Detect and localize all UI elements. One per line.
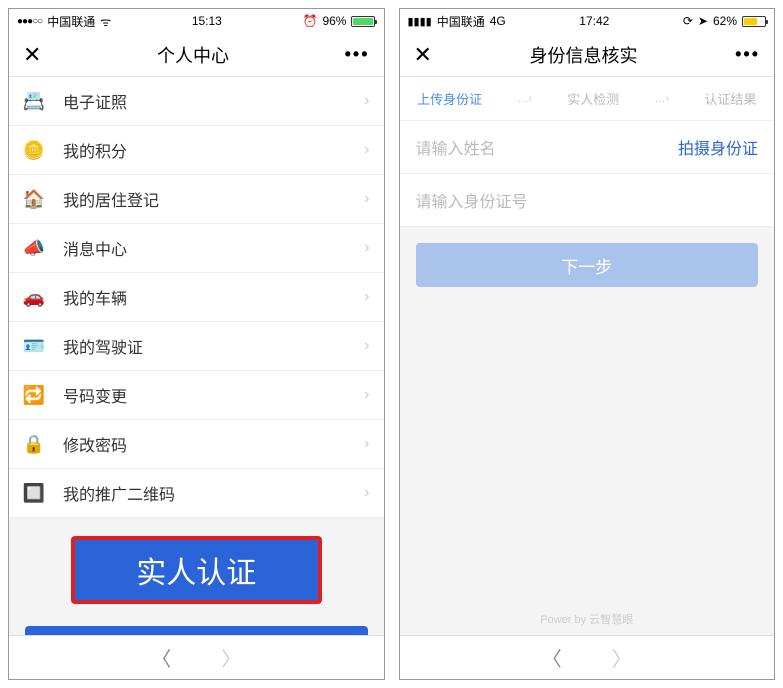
chevron-right-icon: › — [364, 288, 369, 306]
menu-icon: 🪪 — [23, 335, 45, 357]
menu-icon: 🏠 — [23, 188, 45, 210]
chevron-right-icon: › — [364, 337, 369, 355]
clock-label: 17:42 — [579, 14, 609, 28]
page-title: 身份信息核实 — [530, 42, 638, 68]
network-label: 4G — [490, 14, 506, 28]
phone-right: ▮▮▮▮ 中国联通 4G 17:42 ⟳ ➤ 62% ✕ 身份信息核实 ••• … — [399, 8, 776, 680]
alarm-icon: ⏰ — [303, 14, 318, 28]
shoot-id-action[interactable]: 拍摄身份证 — [678, 135, 758, 159]
back-arrow-icon[interactable]: 〈 — [542, 643, 562, 672]
menu-label: 消息中心 — [63, 236, 364, 260]
step-arrow-icon: …› — [517, 93, 532, 105]
next-button[interactable]: 下一步 — [416, 243, 759, 287]
menu-label: 电子证照 — [63, 89, 364, 113]
carrier-label: 中国联通 — [47, 13, 95, 30]
name-input-row[interactable]: 请输入姓名 拍摄身份证 — [400, 121, 775, 174]
status-bar: ▮▮▮▮ 中国联通 4G 17:42 ⟳ ➤ 62% — [400, 9, 775, 33]
menu-icon: 🔒 — [23, 433, 45, 455]
id-input-row[interactable]: 请输入身份证号 — [400, 174, 775, 227]
menu-label: 我的车辆 — [63, 285, 364, 309]
menu-icon: 📣 — [23, 237, 45, 259]
more-icon[interactable]: ••• — [345, 44, 370, 65]
powered-by-label: Power by 云智慧眼 — [400, 611, 775, 635]
step-row: 上传身份证 …› 实人检测 …› 认证结果 — [400, 77, 775, 121]
menu-label: 我的居住登记 — [63, 187, 364, 211]
step-result: 认证结果 — [704, 89, 756, 108]
chevron-right-icon: › — [364, 386, 369, 404]
menu-item[interactable]: 🪙 我的积分› — [9, 126, 384, 175]
forward-arrow-icon[interactable]: 〉 — [612, 643, 632, 672]
content-area: 📇电子证照›🪙我的积分›🏠我的居住登记›📣消息中心›🚗我的车辆›🪪我的驾驶证›🔁… — [9, 77, 384, 635]
chevron-right-icon: › — [364, 484, 369, 502]
step-arrow-icon: …› — [654, 93, 669, 105]
menu-item[interactable]: 🔲 我的推广二维码› — [9, 469, 384, 518]
menu-label: 我的推广二维码 — [63, 481, 364, 505]
auth-button-highlight: 实人认证 — [71, 536, 322, 604]
nav-bar: ✕ 身份信息核实 ••• — [400, 33, 775, 77]
chevron-right-icon: › — [364, 92, 369, 110]
chevron-right-icon: › — [364, 435, 369, 453]
signal-icon: ●●●○○ — [17, 16, 42, 27]
clock-label: 15:13 — [192, 14, 222, 28]
battery-icon — [742, 16, 766, 27]
menu-label: 我的积分 — [63, 138, 364, 162]
nav-bar: ✕ 个人中心 ••• — [9, 33, 384, 77]
menu-label: 修改密码 — [63, 432, 364, 456]
chevron-right-icon: › — [364, 141, 369, 159]
menu-icon: 📇 — [23, 90, 45, 112]
menu-item[interactable]: 🔒 修改密码› — [9, 420, 384, 469]
menu-list: 📇电子证照›🪙我的积分›🏠我的居住登记›📣消息中心›🚗我的车辆›🪪我的驾驶证›🔁… — [9, 77, 384, 518]
menu-icon: 🚗 — [23, 286, 45, 308]
location-icon: ➤ — [698, 14, 708, 28]
bottom-nav: 〈 〉 — [9, 635, 384, 679]
rotation-icon: ⟳ — [683, 14, 693, 28]
menu-item[interactable]: 🔁 号码变更› — [9, 371, 384, 420]
menu-icon: 🔲 — [23, 482, 45, 504]
bottom-nav: 〈 〉 — [400, 635, 775, 679]
menu-item[interactable]: 🪪 我的驾驶证› — [9, 322, 384, 371]
auth-button[interactable]: 实人认证 — [75, 540, 318, 600]
chevron-right-icon: › — [364, 239, 369, 257]
battery-icon — [351, 16, 375, 27]
menu-item[interactable]: 📣 消息中心› — [9, 224, 384, 273]
content-area: 上传身份证 …› 实人检测 …› 认证结果 请输入姓名 拍摄身份证 请输入身份证… — [400, 77, 775, 635]
menu-item[interactable]: 🏠 我的居住登记› — [9, 175, 384, 224]
name-placeholder: 请输入姓名 — [416, 135, 678, 159]
battery-percent: 96% — [322, 14, 346, 28]
menu-icon: 🔁 — [23, 384, 45, 406]
forward-arrow-icon[interactable]: 〉 — [221, 643, 241, 672]
close-icon[interactable]: ✕ — [23, 42, 41, 68]
page-title: 个人中心 — [157, 42, 229, 68]
id-placeholder: 请输入身份证号 — [416, 188, 759, 212]
close-icon[interactable]: ✕ — [414, 42, 432, 68]
more-icon[interactable]: ••• — [735, 44, 760, 65]
menu-item[interactable]: 📇 电子证照› — [9, 77, 384, 126]
menu-icon: 🪙 — [23, 139, 45, 161]
menu-item[interactable]: 🚗 我的车辆› — [9, 273, 384, 322]
battery-percent: 62% — [713, 14, 737, 28]
menu-label: 号码变更 — [63, 383, 364, 407]
button-area: 实人认证 返回首页 — [9, 518, 384, 635]
chevron-right-icon: › — [364, 190, 369, 208]
step-upload: 上传身份证 — [417, 89, 482, 108]
back-arrow-icon[interactable]: 〈 — [151, 643, 171, 672]
phone-left: ●●●○○ 中国联通 ᯤ 15:13 ⏰ 96% ✕ 个人中心 ••• 📇 电子证… — [8, 8, 385, 680]
signal-icon: ▮▮▮▮ — [408, 15, 432, 28]
step-detect: 实人检测 — [567, 89, 619, 108]
home-button[interactable]: 返回首页 — [25, 626, 368, 635]
carrier-label: 中国联通 — [437, 13, 485, 30]
wifi-icon: ᯤ — [100, 13, 111, 30]
menu-label: 我的驾驶证 — [63, 334, 364, 358]
status-bar: ●●●○○ 中国联通 ᯤ 15:13 ⏰ 96% — [9, 9, 384, 33]
next-button-wrap: 下一步 — [400, 227, 775, 303]
